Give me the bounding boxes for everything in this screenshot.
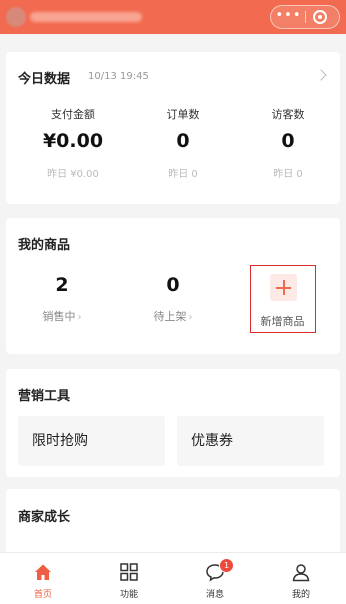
tab-me[interactable]: 我的: [258, 553, 344, 604]
tab-label: 首页: [33, 590, 52, 600]
grid-icon: [120, 563, 138, 581]
plus-icon: [270, 274, 297, 301]
tab-messages[interactable]: 1 消息: [172, 553, 258, 604]
stat-yesterday: 昨日 0: [273, 169, 303, 180]
growth-title: 商家成长: [18, 510, 71, 525]
stat-label: 订单数: [166, 108, 200, 121]
capsule-divider: [305, 11, 306, 23]
tools-title: 营销工具: [18, 389, 71, 404]
stat-payment: 支付金额 ¥0.00 昨日 ¥0.00: [18, 106, 128, 180]
unread-badge: 1: [219, 558, 234, 573]
stat-value: 0: [176, 130, 190, 152]
goods-title: 我的商品: [18, 238, 71, 253]
add-goods-label: 新增商品: [260, 315, 305, 328]
add-goods-button[interactable]: 新增商品: [250, 265, 316, 333]
today-title: 今日数据: [18, 72, 71, 87]
pending-count: 0: [166, 274, 180, 296]
today-timestamp: 10/13 19:45: [88, 71, 149, 82]
more-icon[interactable]: •••: [271, 6, 306, 28]
chevron-right-icon: ›: [188, 312, 193, 323]
close-icon[interactable]: [313, 10, 327, 24]
chevron-right-icon[interactable]: [315, 69, 327, 81]
tab-home[interactable]: 首页: [0, 553, 86, 604]
marketing-tools-card: 营销工具 限时抢购 优惠券: [6, 369, 340, 477]
pending-label: 待上架: [153, 310, 187, 323]
shop-avatar: [6, 7, 26, 27]
tab-label: 我的: [291, 590, 310, 600]
tab-bar: 首页 功能 1 消息 我的: [0, 552, 346, 604]
stat-yesterday: 昨日 0: [168, 169, 198, 180]
on-sale-button[interactable]: 2 销售中 ›: [14, 274, 110, 324]
stat-yesterday: 昨日 ¥0.00: [47, 169, 99, 180]
tab-functions[interactable]: 功能: [86, 553, 172, 604]
tab-label: 功能: [119, 590, 138, 600]
coupon-button[interactable]: 优惠券: [177, 416, 324, 466]
tab-label: 消息: [205, 590, 224, 600]
menu-capsule: •••: [270, 5, 340, 29]
stat-label: 访客数: [271, 108, 305, 121]
on-sale-label: 销售中: [42, 310, 76, 323]
user-icon: [292, 564, 310, 582]
flash-sale-button[interactable]: 限时抢购: [18, 416, 165, 466]
my-goods-card: 我的商品 2 销售中 › 0 待上架 › 新增商品: [6, 218, 340, 354]
on-sale-count: 2: [55, 274, 69, 296]
title-bar: •••: [0, 0, 346, 34]
home-icon: [35, 564, 51, 580]
stat-orders: 订单数 0 昨日 0: [128, 106, 238, 180]
stat-value: 0: [281, 130, 295, 152]
stat-label: 支付金额: [51, 108, 95, 121]
pending-button[interactable]: 0 待上架 ›: [125, 274, 221, 324]
chevron-right-icon: ›: [77, 312, 82, 323]
stat-visitors: 访客数 0 昨日 0: [233, 106, 343, 180]
stat-value: ¥0.00: [42, 130, 104, 152]
blurred-shop-name: [30, 12, 142, 22]
today-data-card[interactable]: 今日数据 10/13 19:45 支付金额 ¥0.00 昨日 ¥0.00 订单数…: [6, 52, 340, 204]
